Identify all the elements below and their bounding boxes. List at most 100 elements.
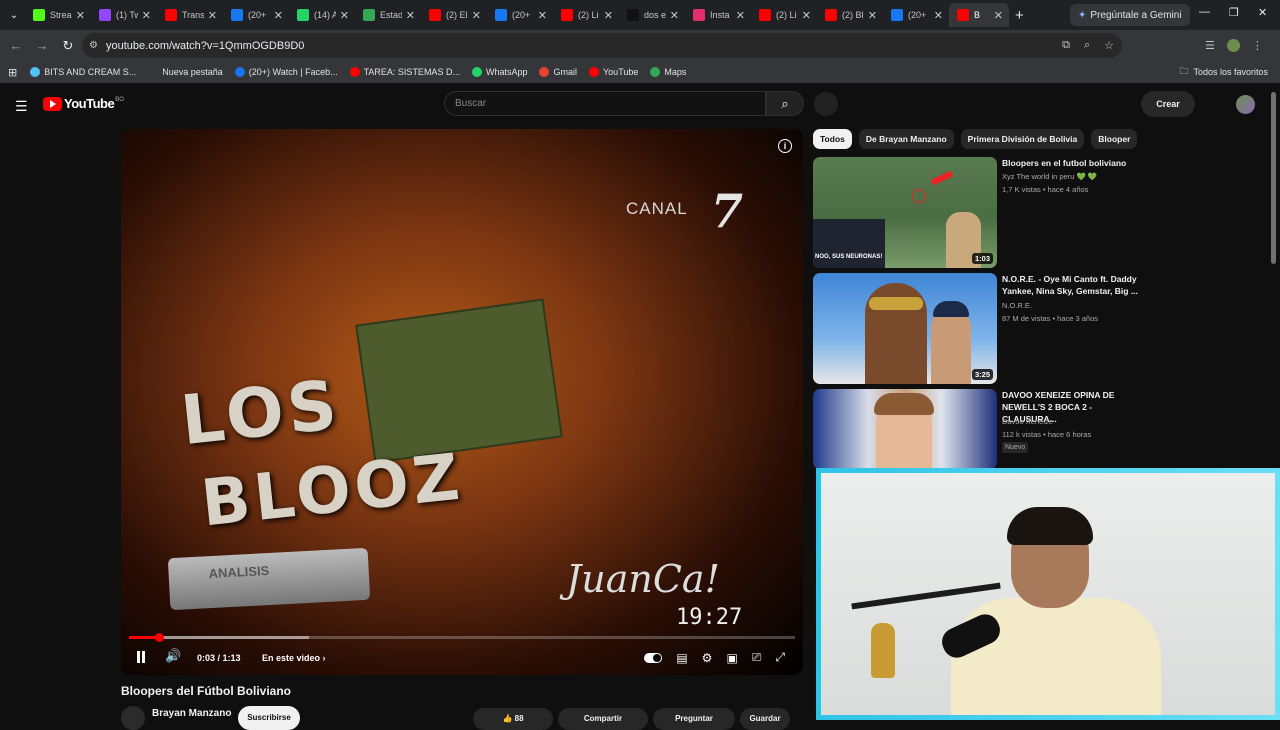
progress-scrubber[interactable] [154, 633, 164, 642]
subscribe-button[interactable]: Suscribirse [238, 706, 300, 730]
volume-icon[interactable]: 🔊 [165, 648, 181, 664]
page-scrollbar[interactable] [1271, 92, 1276, 264]
tab-close-icon[interactable]: ✕ [604, 9, 613, 22]
filter-chip[interactable]: De Brayan Manzano [858, 129, 954, 149]
tab-close-icon[interactable]: ✕ [538, 9, 547, 22]
youtube-logo[interactable]: YouTube BO [43, 96, 124, 111]
settings-icon[interactable]: ⚙ [702, 651, 713, 665]
browser-tab[interactable]: (14) A ✕ [289, 3, 355, 27]
fullscreen-icon[interactable]: ⤢ [775, 650, 785, 665]
like-button[interactable]: 👍 88 [473, 708, 553, 730]
channel-name[interactable]: Brayan Manzano [152, 708, 231, 719]
browser-tab[interactable]: (2) Li ✕ [553, 3, 619, 27]
site-info-icon[interactable]: ⚙ [89, 40, 98, 51]
browser-tab[interactable]: (2) El ✕ [421, 3, 487, 27]
browser-tab[interactable]: (2) Li ✕ [751, 3, 817, 27]
save-button[interactable]: Guardar [740, 708, 790, 730]
browser-tab[interactable]: (1) Tw ✕ [91, 3, 157, 27]
share-button[interactable]: Compartir [558, 708, 648, 730]
subtitles-icon[interactable]: ▤ [676, 651, 687, 665]
tab-search-button[interactable]: ⌄ [3, 4, 25, 26]
browser-tab[interactable]: Trans ✕ [157, 3, 223, 27]
recommendation-channel[interactable]: Xyz The world in peru 💚 💚 [1002, 172, 1097, 181]
browser-tab[interactable]: (20+ ✕ [883, 3, 949, 27]
recommendation-channel[interactable]: Davoo Xeneize [1002, 417, 1053, 426]
cast-icon[interactable]: ⎚ [752, 650, 762, 665]
address-bar[interactable]: ⚙ youtube.com/watch?v=1QmmOGDB9D0 ⧉ ⌕ ☆ [82, 33, 1122, 58]
tab-close-icon[interactable]: ✕ [736, 9, 745, 22]
bookmark-item[interactable]: BITS AND CREAM S... [30, 67, 136, 77]
gemini-button[interactable]: ✦ Pregúntale a Gemini [1070, 4, 1190, 26]
minimize-icon[interactable]: — [1199, 6, 1210, 18]
bookmark-item[interactable]: YouTube [589, 67, 638, 77]
search-input[interactable]: Buscar [444, 91, 766, 116]
tab-close-icon[interactable]: ✕ [868, 9, 877, 22]
back-icon[interactable]: ← [4, 38, 28, 53]
tab-close-icon[interactable]: ✕ [802, 9, 811, 22]
recommendation-channel[interactable]: N.O.R.E. [1002, 301, 1032, 310]
browser-tab[interactable]: Strea ✕ [25, 3, 91, 27]
close-window-icon[interactable]: ✕ [1258, 6, 1267, 19]
recommendation-title[interactable]: N.O.R.E. - Oye Mi Canto ft. Daddy Yankee… [1002, 273, 1142, 297]
tab-close-icon[interactable]: ✕ [142, 9, 151, 22]
tab-close-icon[interactable]: ✕ [994, 9, 1003, 22]
browser-tab[interactable]: (20+ ✕ [223, 3, 289, 27]
browser-tab[interactable]: Estad ✕ [355, 3, 421, 27]
tab-close-icon[interactable]: ✕ [76, 9, 85, 22]
tab-close-icon[interactable]: ✕ [208, 9, 217, 22]
recommendation-item[interactable]: NOO, SUS NEURONAS! 1:03 Bloopers en el f… [813, 157, 1143, 268]
progress-bar[interactable] [129, 633, 795, 642]
browser-tab[interactable]: dos e ✕ [619, 3, 685, 27]
tab-close-icon[interactable]: ✕ [670, 9, 679, 22]
browser-tab[interactable]: (2) Bl ✕ [817, 3, 883, 27]
bookmark-star-icon[interactable]: ☆ [1104, 39, 1114, 52]
bookmark-item[interactable]: (20+) Watch | Faceb... [234, 67, 338, 77]
browser-tab[interactable]: Insta ✕ [685, 3, 751, 27]
bookmark-item[interactable]: Gmail [539, 67, 577, 77]
recommendation-thumbnail[interactable] [813, 389, 997, 469]
browser-tab[interactable]: (20+ ✕ [487, 3, 553, 27]
filter-chip[interactable]: Todos [813, 129, 852, 149]
create-button[interactable]: Crear [1141, 91, 1195, 117]
recommendation-item[interactable]: 3:25 N.O.R.E. - Oye Mi Canto ft. Daddy Y… [813, 273, 1143, 384]
maximize-icon[interactable]: ❐ [1229, 6, 1239, 19]
chapter-button[interactable]: En este video › [262, 653, 326, 663]
bookmark-item[interactable]: TAREA: SISTEMAS D... [349, 67, 460, 77]
reading-list-icon[interactable]: ☰ [1205, 39, 1215, 52]
autoplay-toggle[interactable] [644, 652, 663, 663]
tab-close-icon[interactable]: ✕ [406, 9, 415, 22]
all-bookmarks-button[interactable]: 🗀 Todos los favoritos [1179, 64, 1268, 80]
recommendation-item[interactable]: DAVOO XENEIZE OPINA DE NEWELL'S 2 BOCA 2… [813, 389, 1143, 469]
recommendation-title[interactable]: Bloopers en el futbol boliviano [1002, 157, 1142, 169]
tab-close-icon[interactable]: ✕ [340, 9, 349, 22]
bookmark-item[interactable]: WhatsApp [471, 67, 527, 77]
pause-icon[interactable] [135, 651, 147, 664]
bookmark-item[interactable]: Nueva pestaña [148, 67, 223, 77]
new-tab-button[interactable]: + [1015, 7, 1024, 24]
tab-close-icon[interactable]: ✕ [472, 9, 481, 22]
account-avatar[interactable] [1236, 95, 1255, 114]
recommendation-thumbnail[interactable]: NOO, SUS NEURONAS! 1:03 [813, 157, 997, 268]
reload-icon[interactable]: ↻ [56, 38, 80, 54]
search-button[interactable]: ⌕ [766, 91, 804, 116]
voice-search-button[interactable] [814, 92, 838, 116]
miniplayer-icon[interactable]: ▣ [726, 651, 737, 665]
filter-chip[interactable]: Blooper [1091, 129, 1138, 149]
menu-icon[interactable]: ☰ [15, 98, 28, 115]
filter-chip[interactable]: Primera División de Bolivia [960, 129, 1085, 149]
ask-button[interactable]: Preguntar [653, 708, 735, 730]
tab-close-icon[interactable]: ✕ [274, 9, 283, 22]
bookmark-item[interactable]: Maps [650, 67, 686, 77]
install-app-icon[interactable]: ⧉ [1062, 39, 1070, 52]
browser-tab[interactable]: B ✕ [949, 3, 1009, 27]
apps-grid-icon[interactable]: ⊞ [8, 66, 17, 79]
browser-menu-icon[interactable]: ⋮ [1252, 39, 1263, 52]
channel-avatar[interactable] [121, 706, 145, 730]
forward-icon[interactable]: → [30, 38, 54, 53]
profile-icon[interactable] [1226, 39, 1240, 52]
tab-close-icon[interactable]: ✕ [934, 9, 943, 22]
recommendation-thumbnail[interactable]: 3:25 [813, 273, 997, 384]
info-icon[interactable]: i [778, 139, 792, 153]
zoom-icon[interactable]: ⌕ [1084, 39, 1090, 52]
video-player[interactable]: LOS BLOOZ CANAL 7 ANALISIS JuanCa! 19:27… [121, 129, 803, 675]
